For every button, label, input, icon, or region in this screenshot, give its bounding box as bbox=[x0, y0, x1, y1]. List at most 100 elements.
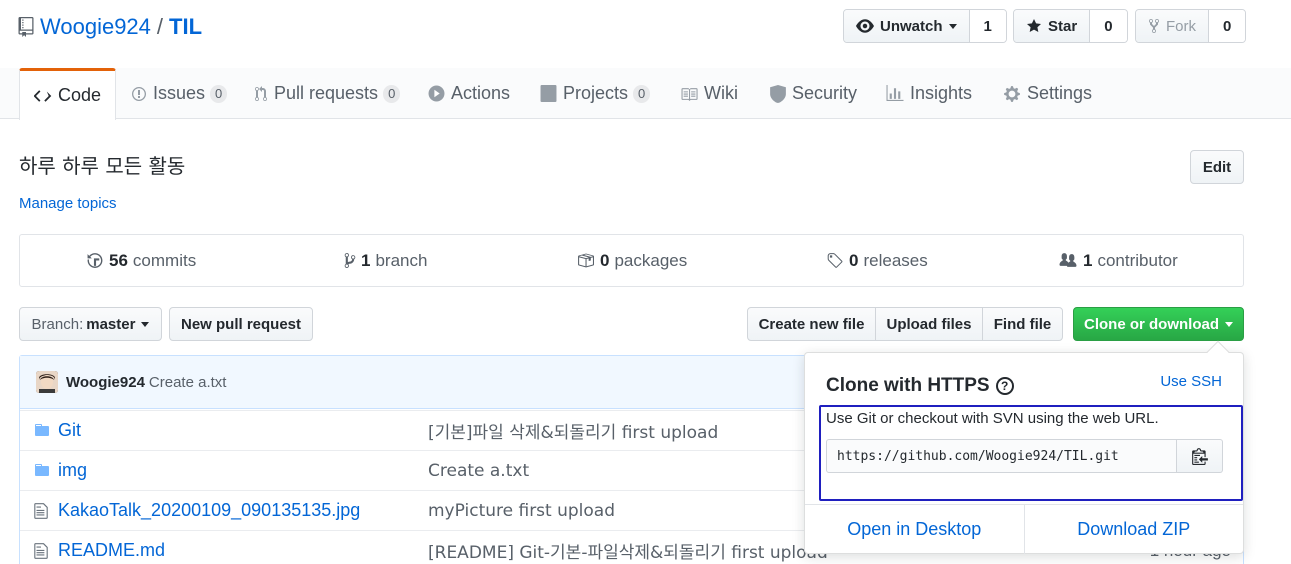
star-button[interactable]: Star bbox=[1014, 10, 1091, 42]
question-icon[interactable]: ? bbox=[995, 377, 1014, 395]
releases-label: releases bbox=[863, 250, 928, 270]
tab-label: Insights bbox=[910, 83, 973, 103]
tab-label: Code bbox=[58, 85, 102, 105]
book-icon bbox=[680, 86, 698, 101]
folder-icon bbox=[35, 424, 49, 436]
upload-files-button[interactable]: Upload files bbox=[875, 307, 983, 341]
chevron-down-icon bbox=[1225, 321, 1233, 327]
releases-count: 0 bbox=[849, 250, 859, 270]
numbers-summary: 56 commits 1 branch 0 packages 0 release… bbox=[19, 234, 1244, 287]
tab-label: Issues bbox=[153, 83, 206, 103]
open-in-desktop-button[interactable]: Open in Desktop bbox=[805, 505, 1024, 554]
graph-icon bbox=[886, 85, 904, 102]
repo-owner-link[interactable]: Woogie924 bbox=[40, 14, 151, 40]
fork-button-group: Fork 0 bbox=[1135, 9, 1247, 43]
file-name-link[interactable]: README.md bbox=[58, 540, 165, 561]
tab-issues[interactable]: Issues 0 bbox=[131, 68, 228, 119]
tab-actions[interactable]: Actions bbox=[428, 68, 510, 119]
project-icon bbox=[540, 85, 557, 102]
tab-security[interactable]: Security bbox=[770, 68, 857, 119]
repo-name-link[interactable]: TIL bbox=[169, 14, 202, 40]
create-new-file-button[interactable]: Create new file bbox=[747, 307, 876, 341]
watchers-count[interactable]: 1 bbox=[969, 10, 1006, 42]
branch-select-button[interactable]: Branch: master bbox=[19, 307, 162, 341]
tab-label: Security bbox=[792, 83, 858, 103]
tab-settings[interactable]: Settings bbox=[1003, 68, 1092, 119]
forks-count[interactable]: 0 bbox=[1209, 10, 1246, 42]
packages-count: 0 bbox=[600, 250, 610, 270]
stars-count[interactable]: 0 bbox=[1090, 10, 1127, 42]
file-commit-message[interactable]: [README] Git-기본-파일삭제&되돌리기 first upload bbox=[428, 538, 828, 563]
tab-label: Settings bbox=[1027, 83, 1093, 103]
tab-insights[interactable]: Insights bbox=[886, 68, 972, 119]
tag-icon bbox=[826, 252, 844, 270]
fork-icon bbox=[1149, 18, 1159, 34]
annotation-highlight-box bbox=[819, 405, 1243, 501]
star-icon bbox=[1027, 19, 1041, 32]
file-commit-message[interactable]: [기본]파일 삭제&되돌리기 first upload bbox=[428, 418, 718, 443]
commit-message[interactable]: Create a.txt bbox=[149, 374, 227, 391]
branch-icon bbox=[344, 252, 356, 269]
code-icon bbox=[34, 89, 52, 103]
packages-summary[interactable]: 0 packages bbox=[576, 235, 687, 286]
tab-projects[interactable]: Projects 0 bbox=[540, 68, 651, 119]
commits-count: 56 bbox=[109, 250, 128, 270]
file-commit-message[interactable]: Create a.txt bbox=[428, 461, 529, 481]
shield-icon bbox=[770, 84, 786, 103]
file-name-link[interactable]: KakaoTalk_20200109_090135135.jpg bbox=[58, 500, 360, 521]
repo-description: 하루 하루 모든 활동 bbox=[19, 154, 186, 178]
packages-label: packages bbox=[614, 250, 688, 270]
file-name-link[interactable]: img bbox=[58, 460, 87, 481]
contributors-summary[interactable]: 1 contributor bbox=[1058, 235, 1178, 286]
star-label: Star bbox=[1048, 17, 1078, 35]
repo-icon bbox=[18, 17, 34, 37]
avatar[interactable] bbox=[36, 371, 58, 393]
repo-header: Woogie924 / TIL bbox=[18, 12, 202, 42]
clone-title-text: Clone with HTTPS bbox=[826, 375, 990, 396]
chevron-down-icon bbox=[141, 321, 150, 327]
file-icon bbox=[34, 503, 48, 519]
repo-tabs: Code Issues 0 Pull requests 0 Actions Pr… bbox=[0, 68, 1291, 120]
branches-count: 1 bbox=[361, 250, 371, 270]
gear-icon bbox=[1003, 85, 1021, 103]
tab-code[interactable]: Code bbox=[19, 68, 117, 120]
unwatch-button[interactable]: Unwatch bbox=[844, 10, 970, 42]
find-file-button[interactable]: Find file bbox=[982, 307, 1063, 341]
branches-label: branch bbox=[375, 250, 428, 270]
people-icon bbox=[1058, 252, 1078, 269]
file-icon bbox=[34, 543, 48, 559]
clone-title: Clone with HTTPS ? bbox=[826, 375, 1014, 397]
folder-icon bbox=[35, 464, 49, 476]
commit-author[interactable]: Woogie924 bbox=[66, 374, 145, 391]
branches-summary[interactable]: 1 branch bbox=[344, 235, 427, 286]
download-zip-button[interactable]: Download ZIP bbox=[1023, 505, 1244, 554]
tab-wiki[interactable]: Wiki bbox=[680, 68, 738, 119]
new-pull-request-button[interactable]: New pull request bbox=[169, 307, 313, 341]
manage-topics-link[interactable]: Manage topics bbox=[19, 195, 117, 212]
clone-or-download-button[interactable]: Clone or download bbox=[1073, 307, 1244, 341]
popup-arrow bbox=[1206, 340, 1230, 364]
clone-actions: Open in Desktop Download ZIP bbox=[805, 504, 1243, 554]
pull-request-icon bbox=[254, 85, 268, 102]
tab-label: Pull requests bbox=[274, 83, 379, 103]
contributors-label: contributor bbox=[1097, 250, 1178, 270]
eye-icon bbox=[856, 19, 874, 33]
clone-label: Clone or download bbox=[1084, 315, 1219, 333]
tab-label: Actions bbox=[451, 83, 511, 103]
tab-label: Projects bbox=[563, 83, 629, 103]
contributors-count: 1 bbox=[1083, 250, 1093, 270]
tab-pull-requests[interactable]: Pull requests 0 bbox=[254, 68, 401, 119]
fork-button[interactable]: Fork bbox=[1136, 10, 1209, 42]
edit-description-button[interactable]: Edit bbox=[1190, 150, 1244, 184]
file-commit-message[interactable]: myPicture first upload bbox=[428, 501, 615, 521]
repo-separator: / bbox=[156, 14, 164, 39]
use-ssh-link[interactable]: Use SSH bbox=[1160, 373, 1222, 390]
play-icon bbox=[428, 85, 445, 102]
clone-popup: Clone with HTTPS ? Use SSH Use Git or ch… bbox=[804, 340, 1244, 554]
watch-button-group: Unwatch 1 bbox=[843, 9, 1007, 43]
unwatch-label: Unwatch bbox=[880, 17, 943, 35]
commits-summary[interactable]: 56 commits bbox=[86, 235, 196, 286]
releases-summary[interactable]: 0 releases bbox=[826, 235, 928, 286]
package-icon bbox=[576, 252, 595, 269]
file-name-link[interactable]: Git bbox=[58, 420, 81, 441]
